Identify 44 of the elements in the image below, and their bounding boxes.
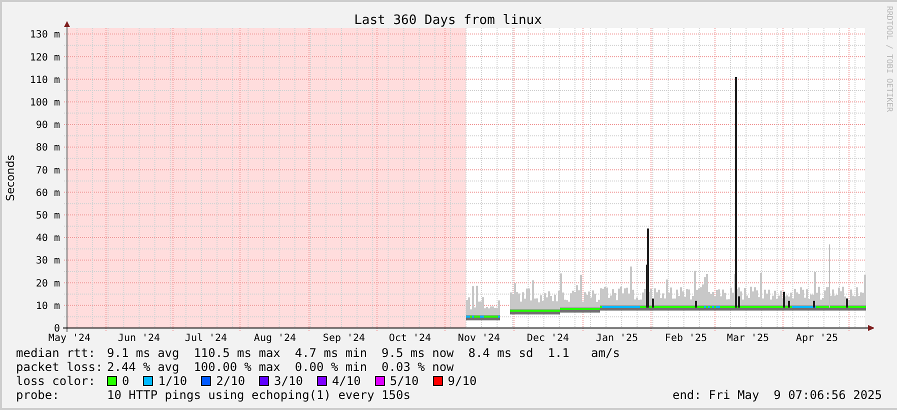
x-tick-label: Nov '24: [458, 333, 500, 344]
y-tick-label: 110 m: [30, 74, 60, 86]
stat-label: median rtt:: [16, 346, 96, 360]
y-tick-label: 50 m: [36, 210, 60, 222]
probe-label: probe:: [16, 388, 60, 402]
x-tick-label: Jul '24: [184, 333, 228, 344]
legend-item-label: 3/10: [274, 374, 303, 388]
legend-item-label: 1/10: [158, 374, 188, 388]
y-tick-label: 0: [54, 324, 60, 334]
end-time: end: Fri May 9 07:06:56 2025: [672, 388, 882, 402]
x-tick-label: Mar '25: [726, 333, 770, 344]
y-tick-label: 120 m: [30, 52, 60, 64]
x-tick-label: Feb '25: [664, 333, 708, 344]
x-tick-label: Oct '24: [388, 333, 432, 344]
stat-values: 9.1 ms avg 110.5 ms max 4.7 ms min 9.5 ms now 8.4 ms sd 1.1 am/s: [107, 346, 620, 360]
graph-title: Last 360 Days from linux: [354, 13, 542, 28]
y-tick-label: 80 m: [36, 142, 60, 154]
x-tick-label: May '24: [48, 333, 91, 344]
legend-item-label: 2/10: [216, 374, 246, 388]
y-tick-label: 10 m: [36, 300, 60, 312]
legend-item-label: 0: [122, 374, 130, 388]
legend-item-label: 4/10: [332, 374, 361, 388]
y-tick-label: 30 m: [36, 256, 60, 267]
y-tick-label: 60 m: [36, 188, 60, 199]
credit-text: RRDTOOL / TOBI OETIKER: [885, 6, 894, 112]
y-axis-title: Seconds: [4, 154, 17, 202]
x-tick-label: Dec '24: [526, 333, 570, 344]
y-tick-label: 20 m: [36, 278, 60, 290]
probe-text: 10 HTTP pings using echoping(1) every 150s: [107, 388, 410, 402]
y-tick-label: 70 m: [36, 165, 60, 176]
legend-label: loss color:: [16, 374, 96, 388]
stat-label: packet loss:: [16, 360, 104, 374]
x-tick-label: Sep '24: [322, 333, 366, 344]
legend-item-label: 5/10: [390, 374, 419, 388]
x-tick-label: Apr '25: [796, 333, 838, 344]
x-tick-label: Jan '25: [596, 333, 638, 344]
y-tick-label: 130 m: [30, 30, 60, 41]
y-tick-label: 40 m: [36, 233, 60, 244]
y-tick-label: 100 m: [30, 98, 60, 108]
x-tick-label: Jun '24: [118, 333, 160, 344]
x-tick-label: Aug '24: [254, 333, 296, 344]
stat-values: 2.44 % avg 100.00 % max 0.00 % min 0.03 % now: [107, 360, 454, 374]
y-tick-label: 90 m: [36, 120, 60, 132]
legend-item-label: 9/10: [448, 374, 477, 388]
